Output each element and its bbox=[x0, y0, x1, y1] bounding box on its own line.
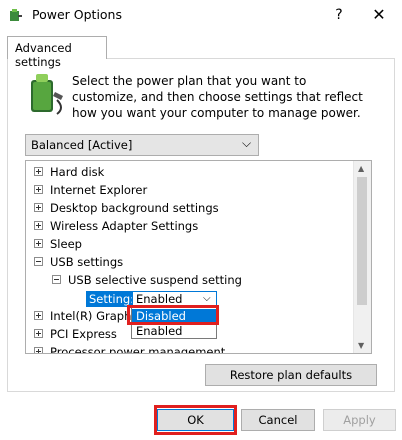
tree-item-internet-explorer[interactable]: Internet Explorer bbox=[34, 183, 147, 201]
plan-description: Select the power plan that you want to c… bbox=[72, 74, 363, 120]
collapse-icon[interactable] bbox=[52, 275, 61, 284]
tab-label: Advanced settings bbox=[15, 41, 72, 69]
expand-icon[interactable] bbox=[34, 347, 43, 353]
expand-icon[interactable] bbox=[34, 329, 43, 338]
power-plan-icon bbox=[31, 74, 63, 115]
tree-item-pci-express[interactable]: PCI Express bbox=[34, 327, 117, 345]
tree-item-wireless-adapter[interactable]: Wireless Adapter Settings bbox=[34, 219, 198, 237]
tab-advanced-settings[interactable]: Advanced settings bbox=[7, 36, 107, 69]
close-button[interactable]: ✕ bbox=[368, 4, 390, 26]
window-title: Power Options bbox=[32, 7, 122, 22]
chevron-down-icon: ⌵ bbox=[242, 136, 252, 150]
tree-item-hard-disk[interactable]: Hard disk bbox=[34, 165, 104, 183]
restore-plan-defaults-button[interactable]: Restore plan defaults bbox=[205, 364, 377, 386]
tree-item-processor-power[interactable]: Processor power management bbox=[34, 345, 225, 353]
option-enabled[interactable]: Enabled bbox=[132, 324, 216, 339]
expand-icon[interactable] bbox=[34, 203, 43, 212]
scroll-up-icon[interactable]: ▲ bbox=[358, 164, 364, 173]
title-bar: Power Options ? ✕ bbox=[0, 0, 402, 30]
tree-item-usb-selective-suspend[interactable]: USB selective suspend setting bbox=[52, 273, 242, 291]
power-plan-dropdown[interactable]: Balanced [Active] ⌵ bbox=[25, 134, 259, 156]
tree-item-usb-settings[interactable]: USB settings bbox=[34, 255, 123, 273]
scroll-down-icon[interactable]: ▼ bbox=[358, 341, 364, 350]
scrollbar-thumb[interactable] bbox=[357, 177, 367, 305]
cancel-button[interactable]: Cancel bbox=[241, 409, 315, 431]
setting-value: Enabled bbox=[136, 292, 183, 306]
ok-button[interactable]: OK bbox=[157, 409, 234, 431]
help-button[interactable]: ? bbox=[328, 4, 350, 26]
expand-icon[interactable] bbox=[34, 239, 43, 248]
tree-item-desktop-background[interactable]: Desktop background settings bbox=[34, 201, 219, 219]
apply-button[interactable]: Apply bbox=[323, 409, 396, 431]
chevron-down-icon: ⌵ bbox=[203, 293, 211, 304]
expand-icon[interactable] bbox=[34, 221, 43, 230]
tree-scrollbar[interactable]: ▲ ▼ bbox=[353, 161, 371, 353]
collapse-icon[interactable] bbox=[34, 257, 43, 266]
expand-icon[interactable] bbox=[34, 311, 43, 320]
expand-icon[interactable] bbox=[34, 167, 43, 176]
expand-icon[interactable] bbox=[34, 185, 43, 194]
tree-item-intel-graphics[interactable]: Intel(R) Graphi bbox=[34, 309, 135, 327]
power-options-icon bbox=[10, 9, 22, 21]
power-plan-value: Balanced [Active] bbox=[31, 138, 133, 152]
tree-item-sleep[interactable]: Sleep bbox=[34, 237, 82, 255]
highlight-box-disabled bbox=[127, 305, 219, 325]
